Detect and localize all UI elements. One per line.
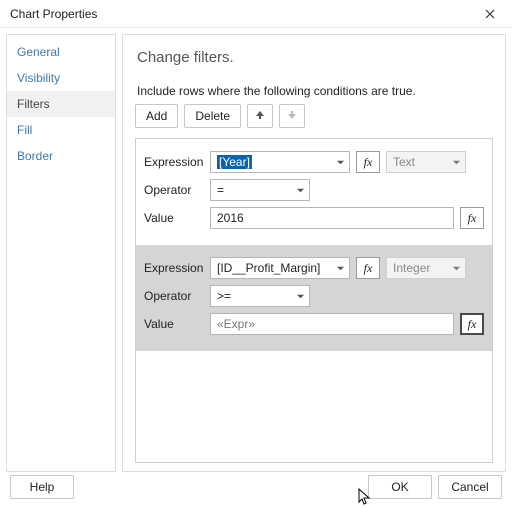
filter-row[interactable]: Expression [Year] fx Text Operator = <box>136 139 492 245</box>
page-heading: Change filters. <box>137 49 493 66</box>
chevron-down-icon <box>336 264 345 273</box>
cancel-button[interactable]: Cancel <box>438 475 502 499</box>
filter-row[interactable]: Expression [ID__Profit_Margin] fx Intege… <box>136 245 492 351</box>
sidebar-item-visibility[interactable]: Visibility <box>7 65 115 91</box>
ok-button[interactable]: OK <box>368 475 432 499</box>
delete-button[interactable]: Delete <box>184 104 241 128</box>
chevron-down-icon <box>296 292 305 301</box>
operator-value: = <box>217 183 224 197</box>
operator-label: Operator <box>144 183 204 197</box>
fx-button[interactable]: fx <box>460 313 484 335</box>
sidebar-item-general[interactable]: General <box>7 39 115 65</box>
fx-button[interactable]: fx <box>356 257 380 279</box>
value-input[interactable]: «Expr» <box>210 313 454 335</box>
filters-list: Expression [Year] fx Text Operator = <box>135 138 493 463</box>
operator-select[interactable]: >= <box>210 285 310 307</box>
value-text: «Expr» <box>217 317 255 331</box>
value-label: Value <box>144 211 204 225</box>
dialog-footer: Help OK Cancel <box>0 472 512 502</box>
add-button[interactable]: Add <box>135 104 178 128</box>
chevron-down-icon <box>452 158 461 167</box>
chevron-down-icon <box>296 186 305 195</box>
type-value: Integer <box>393 261 430 275</box>
arrow-down-icon <box>287 109 297 123</box>
expression-label: Expression <box>144 155 204 169</box>
chevron-down-icon <box>452 264 461 273</box>
value-text: 2016 <box>217 211 244 225</box>
operator-select[interactable]: = <box>210 179 310 201</box>
instruction-text: Include rows where the following conditi… <box>137 84 493 98</box>
operator-label: Operator <box>144 289 204 303</box>
expression-value: [ID__Profit_Margin] <box>217 261 320 275</box>
chevron-down-icon <box>336 158 345 167</box>
help-button[interactable]: Help <box>10 475 74 499</box>
expression-value: [Year] <box>217 155 252 169</box>
main-panel: Change filters. Include rows where the f… <box>122 34 506 472</box>
type-select: Integer <box>386 257 466 279</box>
operator-value: >= <box>217 289 231 303</box>
arrow-up-icon <box>255 109 265 123</box>
expression-select[interactable]: [Year] <box>210 151 350 173</box>
expression-label: Expression <box>144 261 204 275</box>
close-icon[interactable] <box>474 3 506 25</box>
sidebar-item-filters[interactable]: Filters <box>7 91 115 117</box>
fx-button[interactable]: fx <box>460 207 484 229</box>
sidebar-item-border[interactable]: Border <box>7 143 115 169</box>
move-up-button[interactable] <box>247 104 273 128</box>
sidebar-item-fill[interactable]: Fill <box>7 117 115 143</box>
move-down-button[interactable] <box>279 104 305 128</box>
fx-button[interactable]: fx <box>356 151 380 173</box>
dialog-title: Chart Properties <box>10 7 97 21</box>
value-label: Value <box>144 317 204 331</box>
sidebar: General Visibility Filters Fill Border <box>6 34 116 472</box>
expression-select[interactable]: [ID__Profit_Margin] <box>210 257 350 279</box>
value-input[interactable]: 2016 <box>210 207 454 229</box>
type-value: Text <box>393 155 415 169</box>
filter-toolbar: Add Delete <box>135 104 493 128</box>
type-select: Text <box>386 151 466 173</box>
